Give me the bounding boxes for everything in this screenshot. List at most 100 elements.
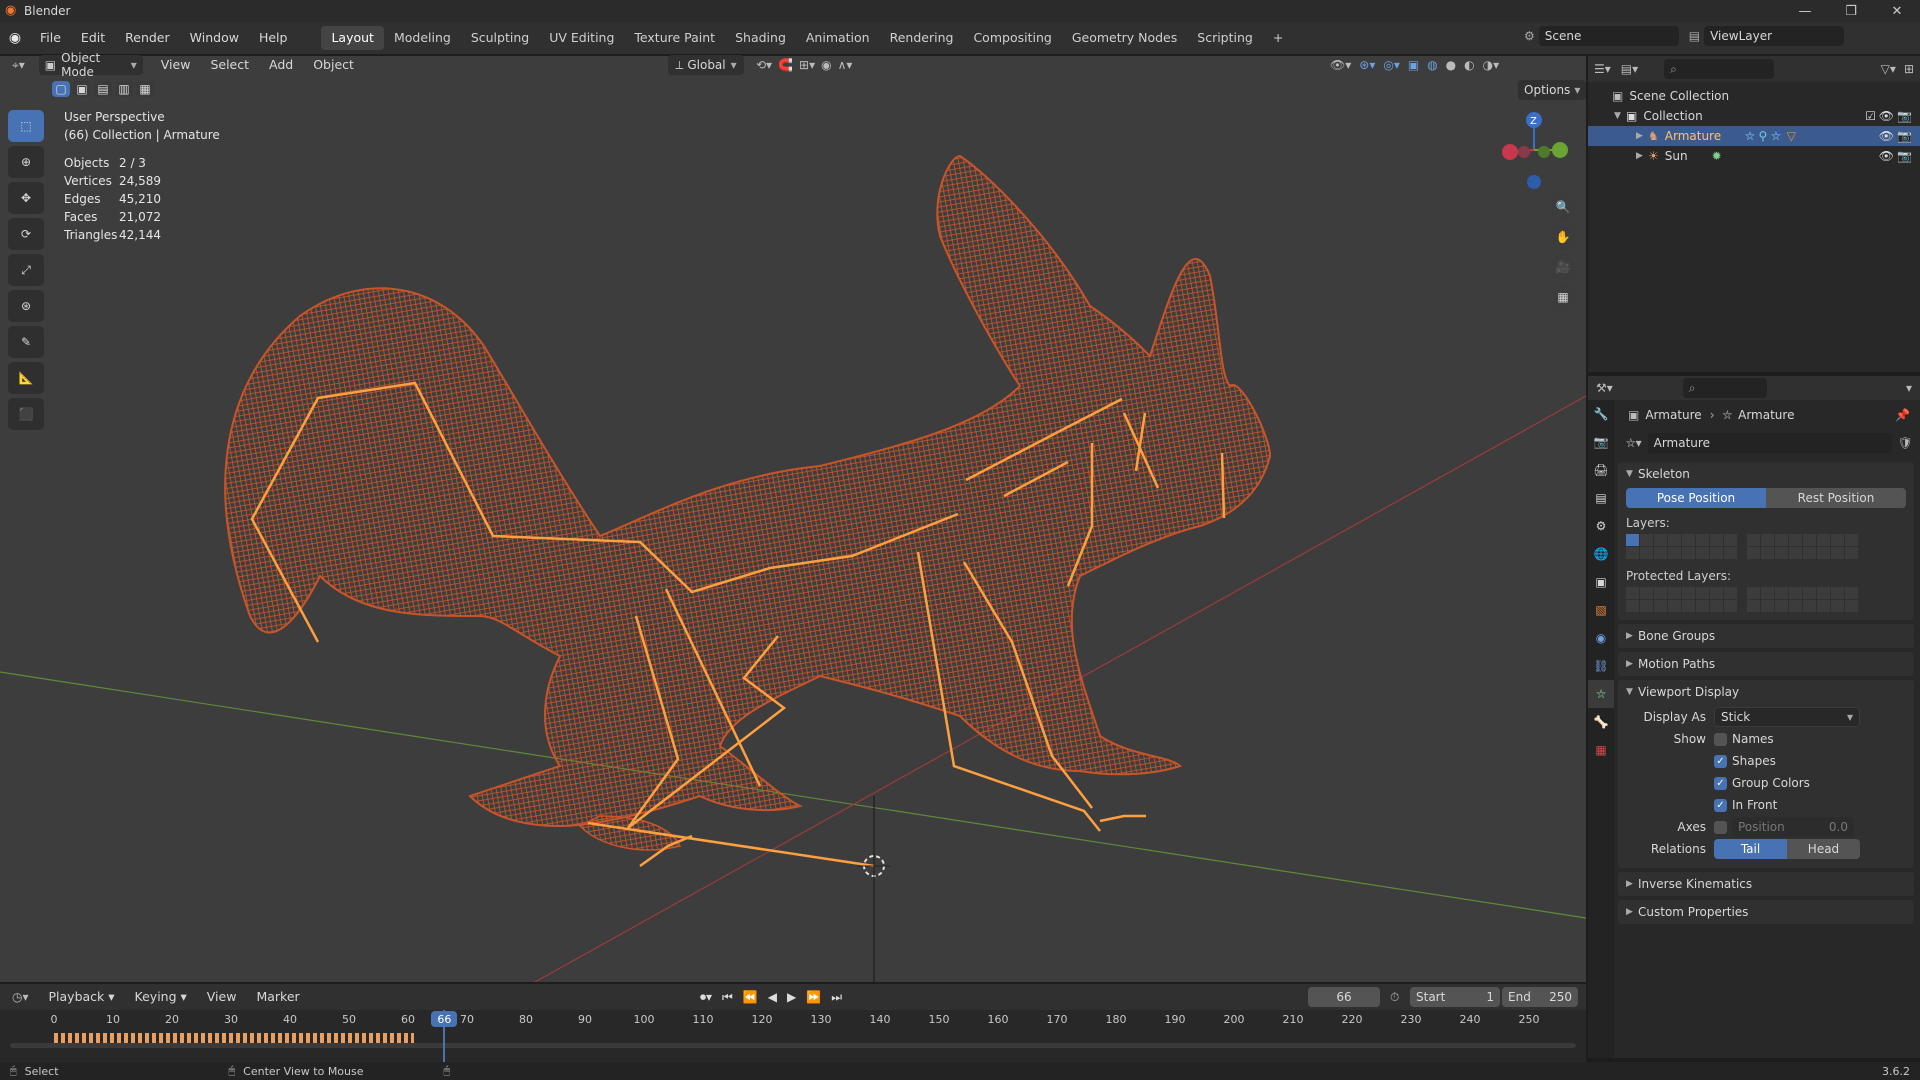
material-shading-icon[interactable]: ◐: [1464, 58, 1474, 72]
output-tab-icon[interactable]: 🖨: [1588, 456, 1614, 484]
outliner-scene-collection[interactable]: ▣ Scene Collection: [1588, 86, 1920, 106]
pin-icon[interactable]: 📌: [1895, 408, 1910, 422]
add-cube-tool[interactable]: ⬛: [8, 398, 44, 430]
display-mode-icon[interactable]: ▤▾: [1621, 62, 1638, 76]
viewport-menu-add[interactable]: Add: [259, 53, 303, 77]
view-layer-field[interactable]: ViewLayer: [1704, 26, 1845, 46]
tab-shading[interactable]: Shading: [725, 26, 796, 50]
head-button[interactable]: Head: [1787, 839, 1860, 859]
tab-sculpting[interactable]: Sculpting: [461, 26, 539, 50]
skeleton-header[interactable]: ▼ Skeleton: [1618, 462, 1914, 486]
menu-timeline-view[interactable]: View: [197, 985, 247, 1009]
visibility-icon[interactable]: 👁▾: [1330, 58, 1351, 72]
scene-field[interactable]: Scene: [1538, 26, 1679, 46]
select-extend-icon[interactable]: ▣: [73, 81, 91, 97]
zoom-icon[interactable]: 🔍: [1550, 194, 1576, 220]
viewport-menu-view[interactable]: View: [151, 53, 201, 77]
constraints-tab-icon[interactable]: ⛓: [1588, 652, 1614, 680]
jump-end-icon[interactable]: ⏭: [831, 990, 842, 1005]
render-tab-icon[interactable]: 📷: [1588, 428, 1614, 456]
current-frame-field[interactable]: 66: [1308, 987, 1380, 1007]
menu-help[interactable]: Help: [249, 26, 298, 50]
playhead[interactable]: 66: [431, 1010, 458, 1062]
camera-icon[interactable]: 📷: [1897, 149, 1912, 163]
annotate-tool[interactable]: ✎: [8, 326, 44, 358]
outliner-item-sun[interactable]: ▶ ☀ Sun ✹ 👁 📷: [1588, 146, 1920, 166]
tool-tab-icon[interactable]: 🔧: [1588, 400, 1614, 428]
close-button[interactable]: ✕: [1874, 0, 1920, 22]
outliner-collection[interactable]: ▼ ▣ Collection ☑ 👁 📷: [1588, 106, 1920, 126]
start-frame-field[interactable]: Start 1: [1410, 987, 1500, 1007]
select-invert-icon[interactable]: ▥: [115, 81, 133, 97]
group-colors-checkbox[interactable]: ✓: [1714, 776, 1727, 790]
eye-icon[interactable]: 👁: [1879, 109, 1894, 123]
in-front-checkbox[interactable]: ✓: [1714, 798, 1727, 812]
tab-compositing[interactable]: Compositing: [963, 26, 1061, 50]
end-frame-field[interactable]: End 250: [1502, 987, 1578, 1007]
tail-button[interactable]: Tail: [1714, 839, 1787, 859]
object-tab-icon[interactable]: ▧: [1588, 596, 1614, 624]
scene-tab-icon[interactable]: ⚙: [1588, 512, 1614, 540]
overlay-toggle-icon[interactable]: ◎▾: [1383, 58, 1400, 72]
new-collection-icon[interactable]: ⊞: [1904, 62, 1914, 76]
menu-window[interactable]: Window: [180, 26, 249, 50]
ortho-grid-icon[interactable]: ▦: [1550, 284, 1576, 310]
minimize-button[interactable]: —: [1782, 0, 1828, 22]
armature-data-tab-icon[interactable]: ⛦: [1588, 680, 1614, 708]
select-new-icon[interactable]: ▢: [52, 81, 70, 97]
proportional-edit-icon[interactable]: ◉: [821, 58, 831, 72]
menu-file[interactable]: File: [30, 26, 71, 50]
display-as-dropdown[interactable]: Stick ▾: [1714, 707, 1860, 727]
viewport-menu-select[interactable]: Select: [200, 53, 259, 77]
transform-tool[interactable]: ⊛: [8, 290, 44, 322]
3d-viewport[interactable]: [0, 56, 1586, 982]
timeline-scrollbar[interactable]: [10, 1043, 1576, 1048]
viewport-display-header[interactable]: ▼ Viewport Display: [1618, 680, 1914, 704]
eye-icon[interactable]: 👁: [1879, 149, 1894, 163]
armature-name-field[interactable]: Armature: [1647, 433, 1892, 453]
maximize-button[interactable]: ❐: [1828, 0, 1874, 22]
texture-tab-icon[interactable]: ▦: [1588, 736, 1614, 764]
solid-shading-icon[interactable]: ●: [1446, 58, 1456, 72]
shapes-checkbox[interactable]: ✓: [1714, 754, 1727, 768]
expand-icon[interactable]: ▶: [1636, 131, 1648, 141]
editor-type-icon[interactable]: ⌖▾: [12, 58, 25, 73]
outliner-search-input[interactable]: ⌕: [1664, 59, 1775, 79]
snap-icon[interactable]: 🧲: [778, 58, 793, 72]
tab-animation[interactable]: Animation: [796, 26, 880, 50]
outliner-item-armature[interactable]: ▶ ♞ Armature ⛦ ⚲ ⛦ ▽ 👁 📷: [1588, 126, 1920, 146]
armature-data-icon[interactable]: ⛦▾: [1626, 436, 1642, 451]
stopwatch-icon[interactable]: ⏱: [1390, 990, 1399, 1005]
record-icon[interactable]: ⏺▾: [700, 990, 712, 1005]
cursor-tool[interactable]: ⊕: [8, 146, 44, 178]
bone-tab-icon[interactable]: 🦴: [1588, 708, 1614, 736]
rest-position-button[interactable]: Rest Position: [1766, 488, 1906, 508]
prev-keyframe-icon[interactable]: ⏪: [743, 990, 758, 1004]
include-checkbox[interactable]: ☑: [1865, 109, 1876, 123]
snap-target-icon[interactable]: ⊞▾: [799, 58, 815, 72]
camera-view-icon[interactable]: 🎥: [1550, 254, 1576, 280]
expand-icon[interactable]: ▶: [1636, 151, 1648, 161]
outliner-editor-icon[interactable]: ☰▾: [1594, 62, 1611, 76]
options-dropdown[interactable]: Options ▾: [1518, 80, 1587, 100]
properties-search-input[interactable]: ⌕: [1682, 378, 1767, 398]
eye-icon[interactable]: 👁: [1879, 129, 1894, 143]
wireframe-shading-icon[interactable]: ◍: [1427, 58, 1437, 72]
tab-modeling[interactable]: Modeling: [384, 26, 461, 50]
pose-position-button[interactable]: Pose Position: [1626, 488, 1766, 508]
protected-layers-grid[interactable]: [1626, 587, 1906, 612]
tab-rendering[interactable]: Rendering: [880, 26, 964, 50]
blender-menu-icon[interactable]: ◉: [0, 30, 30, 46]
filter-icon[interactable]: ▽▾: [1881, 62, 1896, 76]
view-layer-tab-icon[interactable]: ▤: [1588, 484, 1614, 512]
fake-user-icon[interactable]: 🛡: [1898, 436, 1913, 450]
menu-keying[interactable]: Keying ▾: [125, 985, 197, 1009]
tab-layout[interactable]: Layout: [321, 26, 384, 50]
axes-position-field[interactable]: Position 0.0: [1732, 817, 1854, 837]
tab-scripting[interactable]: Scripting: [1187, 26, 1263, 50]
physics-tab-icon[interactable]: ◉: [1588, 624, 1614, 652]
camera-icon[interactable]: 📷: [1897, 109, 1912, 123]
timeline-editor-icon[interactable]: ◷▾: [12, 990, 29, 1004]
pan-hand-icon[interactable]: ✋: [1550, 224, 1576, 250]
keyframe-track[interactable]: [0, 1030, 1586, 1048]
